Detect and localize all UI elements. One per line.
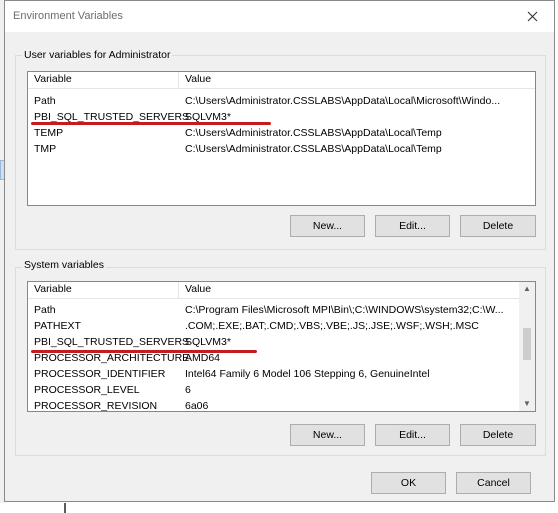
system-row-name: Path: [34, 304, 56, 316]
user-row-temp[interactable]: TEMP C:\Users\Administrator.CSSLABS\AppD…: [28, 125, 442, 141]
system-col-variable-header[interactable]: Variable: [28, 282, 179, 298]
system-row-pbi-sql-trusted-servers[interactable]: PBI_SQL_TRUSTED_SERVERS SQLVM3*: [28, 334, 517, 350]
system-row-value: .COM;.EXE;.BAT;.CMD;.VBS;.VBE;.JS;.JSE;.…: [185, 320, 479, 332]
user-row-value: C:\Users\Administrator.CSSLABS\AppData\L…: [185, 127, 442, 139]
system-row-value: C:\Program Files\Microsoft MPI\Bin\;C:\W…: [185, 304, 504, 316]
cancel-button[interactable]: Cancel: [456, 472, 531, 494]
user-row-path[interactable]: Path C:\Users\Administrator.CSSLABS\AppD…: [28, 93, 500, 109]
system-row-name: PROCESSOR_IDENTIFIER: [34, 368, 166, 380]
chevron-up-icon[interactable]: ▲: [519, 282, 535, 296]
user-variables-label: User variables for Administrator: [22, 49, 173, 61]
title-bar[interactable]: Environment Variables: [5, 1, 554, 32]
window-title: Environment Variables: [13, 10, 123, 22]
user-variables-list[interactable]: Variable Value Path C:\Users\Administrat…: [27, 71, 536, 206]
system-row-name: PROCESSOR_REVISION: [34, 400, 158, 412]
system-row-processor-revision[interactable]: PROCESSOR_REVISION 6a06: [28, 398, 517, 412]
system-row-value: 6: [185, 384, 191, 396]
annotation-underline-user: [31, 122, 271, 125]
system-list-scrollbar[interactable]: ▲ ▼: [519, 282, 535, 411]
system-new-button[interactable]: New...: [290, 424, 365, 446]
system-edit-button[interactable]: Edit...: [375, 424, 450, 446]
user-row-name: TEMP: [34, 127, 64, 139]
chevron-down-icon[interactable]: ▼: [519, 397, 535, 411]
user-row-value: C:\Users\Administrator.CSSLABS\AppData\L…: [185, 143, 442, 155]
user-delete-button[interactable]: Delete: [460, 215, 536, 237]
environment-variables-dialog: Environment Variables User variables for…: [4, 0, 555, 502]
background-bottom: [0, 503, 558, 513]
user-row-name: Path: [34, 95, 56, 107]
system-col-value-header[interactable]: Value: [179, 282, 211, 298]
system-row-pathext[interactable]: PATHEXT .COM;.EXE;.BAT;.CMD;.VBS;.VBE;.J…: [28, 318, 517, 334]
user-edit-button[interactable]: Edit...: [375, 215, 450, 237]
system-row-path[interactable]: Path C:\Program Files\Microsoft MPI\Bin\…: [28, 302, 517, 318]
annotation-underline-system: [31, 350, 257, 353]
system-row-processor-level[interactable]: PROCESSOR_LEVEL 6: [28, 382, 517, 398]
close-button[interactable]: [510, 1, 554, 32]
user-col-variable-header[interactable]: Variable: [28, 72, 179, 88]
system-row-name: PBI_SQL_TRUSTED_SERVERS: [34, 336, 190, 348]
system-delete-button[interactable]: Delete: [460, 424, 536, 446]
scrollbar-thumb[interactable]: [523, 328, 531, 360]
ok-button[interactable]: OK: [371, 472, 446, 494]
system-row-value: Intel64 Family 6 Model 106 Stepping 6, G…: [185, 368, 430, 380]
system-row-value: SQLVM3*: [185, 336, 231, 348]
system-row-processor-identifier[interactable]: PROCESSOR_IDENTIFIER Intel64 Family 6 Mo…: [28, 366, 517, 382]
user-row-name: TMP: [34, 143, 57, 155]
system-variables-list[interactable]: Variable Value Path C:\Program Files\Mic…: [27, 281, 536, 412]
system-row-value: 6a06: [185, 400, 209, 412]
user-list-header: Variable Value: [28, 72, 535, 89]
close-icon: [527, 11, 537, 22]
system-variables-label: System variables: [22, 259, 106, 271]
system-row-name: PATHEXT: [34, 320, 81, 332]
background-divider: [64, 503, 66, 513]
system-row-name: PROCESSOR_LEVEL: [34, 384, 140, 396]
user-col-value-header[interactable]: Value: [179, 72, 211, 88]
user-row-value: C:\Users\Administrator.CSSLABS\AppData\L…: [185, 95, 501, 107]
user-row-tmp[interactable]: TMP C:\Users\Administrator.CSSLABS\AppDa…: [28, 141, 442, 157]
system-list-header: Variable Value: [28, 282, 535, 299]
user-new-button[interactable]: New...: [290, 215, 365, 237]
